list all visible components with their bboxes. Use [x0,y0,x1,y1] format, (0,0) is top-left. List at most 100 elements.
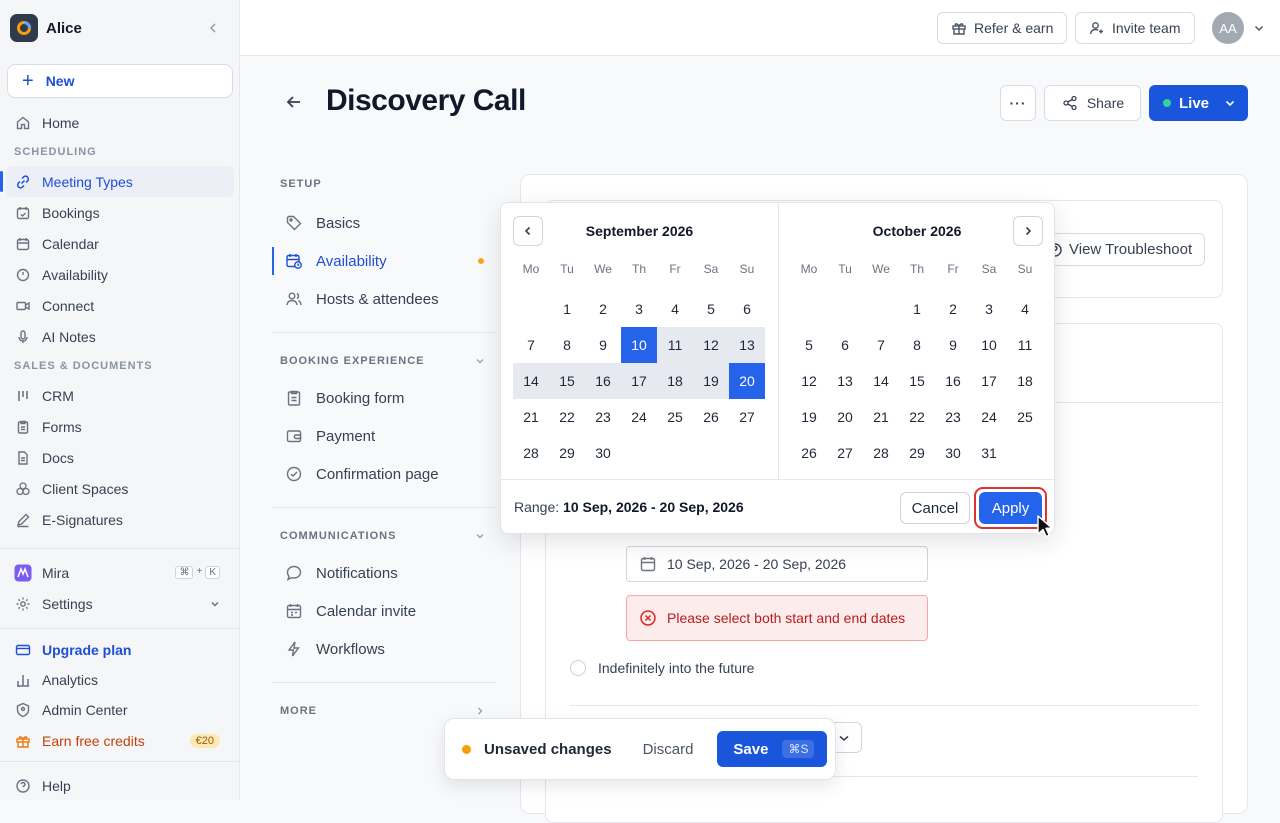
sidebar-item-help[interactable]: Help [0,770,234,801]
chevron-down-icon[interactable] [1250,19,1268,37]
sidebar-item-docs[interactable]: Docs [0,442,234,473]
day-cell[interactable]: 18 [657,363,693,399]
sidebar-item-client-spaces[interactable]: Client Spaces [0,473,234,504]
day-cell[interactable]: 13 [827,363,863,399]
day-cell[interactable]: 7 [513,327,549,363]
day-cell[interactable]: 25 [1007,399,1043,435]
option-indefinitely[interactable]: Indefinitely into the future [570,660,754,676]
day-cell[interactable]: 20 [827,399,863,435]
live-status-button[interactable]: Live [1149,85,1248,121]
day-cell[interactable]: 16 [585,363,621,399]
day-cell[interactable]: 12 [791,363,827,399]
day-cell[interactable]: 27 [729,399,765,435]
sidebar-item-bookings[interactable]: Bookings [0,197,234,228]
day-cell[interactable]: 11 [657,327,693,363]
day-cell[interactable]: 2 [585,291,621,327]
day-cell[interactable]: 19 [791,399,827,435]
setup-item-booking-form[interactable]: Booking form [272,379,496,417]
new-button[interactable]: + New [7,64,233,98]
day-cell[interactable]: 15 [549,363,585,399]
setup-item-hosts-attendees[interactable]: Hosts & attendees [272,280,496,318]
sidebar-item-mira[interactable]: Mira ⌘ + K [0,557,234,588]
radio-button[interactable] [570,660,586,676]
sidebar-item-analytics[interactable]: Analytics [0,665,234,695]
day-cell[interactable]: 7 [863,327,899,363]
day-cell[interactable]: 30 [585,435,621,471]
day-cell[interactable]: 28 [513,435,549,471]
day-cell[interactable]: 10 [971,327,1007,363]
sidebar-item-earn-credits[interactable]: Earn free credits €20 [0,725,234,756]
apply-button[interactable]: Apply [979,492,1042,524]
sidebar-item-crm[interactable]: CRM [0,380,234,411]
day-cell[interactable]: 26 [693,399,729,435]
day-cell[interactable]: 31 [971,435,1007,471]
sidebar-item-connect[interactable]: Connect [0,290,234,321]
sidebar-item-calendar[interactable]: Calendar [0,228,234,259]
day-cell[interactable]: 10 [621,327,657,363]
sidebar-item-forms[interactable]: Forms [0,411,234,442]
day-cell[interactable]: 4 [657,291,693,327]
day-cell[interactable]: 27 [827,435,863,471]
setup-item-confirmation-page[interactable]: Confirmation page [272,455,496,493]
avatar[interactable]: AA [1212,12,1244,44]
back-arrow-icon[interactable] [284,92,304,112]
day-cell[interactable]: 24 [621,399,657,435]
setup-item-workflows[interactable]: Workflows [272,630,496,668]
day-cell[interactable]: 29 [899,435,935,471]
day-cell[interactable]: 3 [621,291,657,327]
setup-item-notifications[interactable]: Notifications [272,554,496,592]
day-cell[interactable]: 9 [935,327,971,363]
day-cell[interactable]: 21 [513,399,549,435]
refer-earn-button[interactable]: Refer & earn [937,12,1067,44]
day-cell[interactable]: 25 [657,399,693,435]
sidebar-item-meeting-types[interactable]: Meeting Types [0,166,234,197]
day-cell[interactable]: 5 [791,327,827,363]
day-cell[interactable]: 21 [863,399,899,435]
day-cell[interactable]: 29 [549,435,585,471]
workspace-switcher[interactable]: Alice [10,13,230,43]
day-cell[interactable]: 12 [693,327,729,363]
setup-item-calendar-invite[interactable]: Calendar invite [272,592,496,630]
day-cell[interactable]: 14 [513,363,549,399]
day-cell[interactable]: 5 [693,291,729,327]
share-button[interactable]: Share [1044,85,1141,121]
day-cell[interactable]: 8 [899,327,935,363]
sidebar-item-home[interactable]: Home [0,107,234,138]
day-cell[interactable]: 13 [729,327,765,363]
day-cell[interactable]: 18 [1007,363,1043,399]
section-communications[interactable]: COMMUNICATIONS [272,522,496,550]
save-button[interactable]: Save ⌘S [717,731,828,767]
day-cell[interactable]: 23 [585,399,621,435]
sidebar-item-availability[interactable]: Availability [0,259,234,290]
day-cell[interactable]: 6 [827,327,863,363]
setup-item-basics[interactable]: Basics [272,204,496,242]
day-cell[interactable]: 9 [585,327,621,363]
setup-item-payment[interactable]: Payment [272,417,496,455]
day-cell[interactable]: 24 [971,399,1007,435]
day-cell[interactable]: 1 [899,291,935,327]
day-cell[interactable]: 1 [549,291,585,327]
day-cell[interactable]: 22 [549,399,585,435]
day-cell[interactable]: 14 [863,363,899,399]
sidebar-item-e-signatures[interactable]: E-Signatures [0,504,234,535]
invite-team-button[interactable]: Invite team [1075,12,1195,44]
day-cell[interactable]: 17 [621,363,657,399]
sidebar-item-settings[interactable]: Settings [0,588,234,619]
day-cell[interactable]: 6 [729,291,765,327]
day-cell[interactable]: 4 [1007,291,1043,327]
day-cell[interactable]: 23 [935,399,971,435]
day-cell[interactable]: 15 [899,363,935,399]
day-cell[interactable]: 8 [549,327,585,363]
discard-button[interactable]: Discard [643,741,694,758]
day-cell[interactable]: 11 [1007,327,1043,363]
day-cell[interactable]: 22 [899,399,935,435]
day-cell[interactable]: 17 [971,363,1007,399]
day-cell[interactable]: 28 [863,435,899,471]
cancel-button[interactable]: Cancel [900,492,970,524]
sidebar-item-ai-notes[interactable]: AI Notes [0,321,234,352]
sidebar-item-admin-center[interactable]: Admin Center [0,695,234,725]
day-cell[interactable]: 19 [693,363,729,399]
day-cell[interactable]: 2 [935,291,971,327]
day-cell[interactable]: 16 [935,363,971,399]
more-options-button[interactable]: ··· [1000,85,1036,121]
